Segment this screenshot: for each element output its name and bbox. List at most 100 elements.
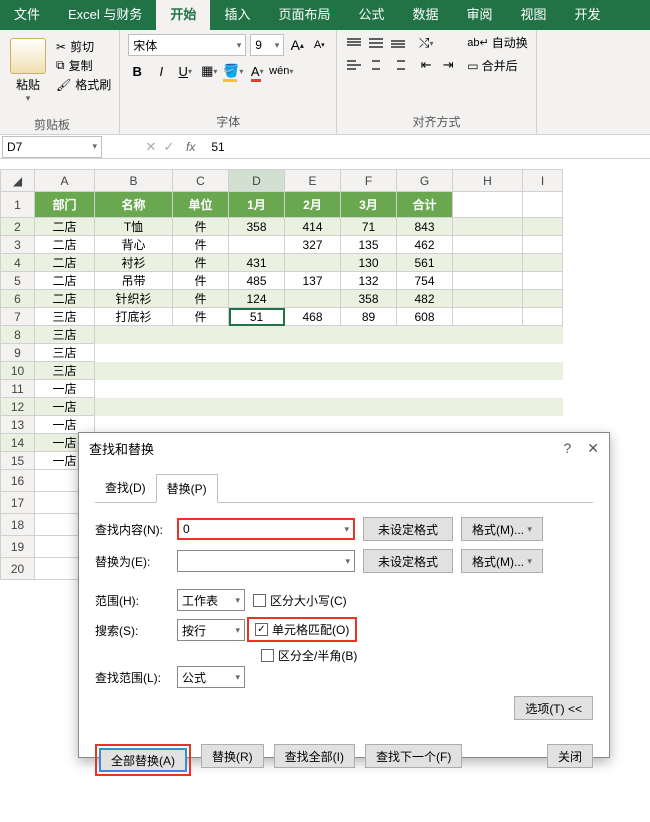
border-button[interactable]: ▦▾	[200, 62, 218, 80]
table-row[interactable]: 4二店衬衫件431130561	[1, 254, 563, 272]
align-right-button[interactable]	[389, 56, 407, 74]
find-format-label: 未设定格式	[363, 517, 453, 541]
table-row[interactable]: 13一店	[1, 416, 563, 434]
scope-label: 范围(H):	[95, 592, 169, 609]
col-header[interactable]: C	[173, 170, 229, 192]
align-center-button[interactable]	[367, 56, 385, 74]
table-row[interactable]: 3二店背心件327135462	[1, 236, 563, 254]
row-header[interactable]: 1	[1, 192, 35, 218]
replace-input[interactable]: ▾	[177, 550, 355, 572]
find-format-button[interactable]: 格式(M)... ▾	[461, 517, 543, 541]
tab-layout[interactable]: 页面布局	[264, 0, 344, 30]
tab-insert[interactable]: 插入	[210, 0, 264, 30]
scope-select[interactable]: 工作表▾	[177, 589, 245, 611]
find-input[interactable]: 0▾	[177, 518, 355, 540]
font-color-button[interactable]: A▾	[248, 62, 266, 80]
table-row[interactable]: 2二店T恤件35841471843	[1, 218, 563, 236]
formula-bar: D7▾ ✕ ✓ fx 51	[0, 135, 650, 159]
tab-replace[interactable]: 替换(P)	[156, 474, 218, 503]
match-byte-checkbox[interactable]: 区分全/半角(B)	[261, 647, 357, 664]
lookin-select[interactable]: 公式▾	[177, 666, 245, 688]
align-middle-button[interactable]	[367, 34, 385, 52]
col-header[interactable]: F	[341, 170, 397, 192]
italic-button[interactable]: I	[152, 62, 170, 80]
formula-input[interactable]: 51	[203, 140, 224, 154]
col-header[interactable]: D	[229, 170, 285, 192]
tab-view[interactable]: 视图	[507, 0, 561, 30]
find-replace-dialog: 查找和替换 ? ✕ 查找(D) 替换(P) 查找内容(N): 0▾ 未设定格式 …	[78, 432, 610, 758]
match-case-checkbox[interactable]: 区分大小写(C)	[253, 592, 347, 609]
orientation-button[interactable]: ⤭▾	[417, 34, 435, 52]
table-row[interactable]: 6二店针织衫件124358482	[1, 290, 563, 308]
find-all-button[interactable]: 查找全部(I)	[274, 744, 355, 768]
col-header[interactable]: B	[95, 170, 173, 192]
tab-find[interactable]: 查找(D)	[95, 474, 156, 503]
replace-format-label: 未设定格式	[363, 549, 453, 573]
copy-button[interactable]: ⧉复制	[56, 57, 111, 74]
chevron-down-icon: ▾	[26, 93, 31, 104]
col-header[interactable]: I	[523, 170, 563, 192]
tab-excelfin[interactable]: Excel 与财务	[54, 0, 156, 30]
match-entire-cell-checkbox[interactable]: ✓单元格匹配(O)	[255, 621, 349, 638]
cancel-icon[interactable]: ✕	[142, 138, 160, 156]
format-painter-button[interactable]: 🖌格式刷	[56, 76, 111, 93]
underline-button[interactable]: U▾	[176, 62, 194, 80]
table-row[interactable]: 10三店	[1, 362, 563, 380]
align-bottom-button[interactable]	[389, 34, 407, 52]
table-row[interactable]: 11一店	[1, 380, 563, 398]
shrink-font-icon[interactable]: A▾	[310, 36, 328, 54]
indent-decrease-button[interactable]: ⇤	[417, 56, 435, 74]
menu-tabs: 文件 Excel 与财务 开始 插入 页面布局 公式 数据 审阅 视图 开发	[0, 0, 650, 30]
clipboard-icon	[10, 38, 46, 74]
tab-data[interactable]: 数据	[398, 0, 452, 30]
paste-button[interactable]: 粘贴 ▾	[8, 34, 48, 108]
search-direction-select[interactable]: 按行▾	[177, 619, 245, 641]
replace-label: 替换为(E):	[95, 553, 169, 570]
fx-icon[interactable]: fx	[178, 140, 203, 154]
fill-color-button[interactable]: 🪣▾	[224, 62, 242, 80]
close-icon[interactable]: ✕	[587, 440, 599, 457]
indent-increase-button[interactable]: ⇥	[439, 56, 457, 74]
bold-button[interactable]: B	[128, 62, 146, 80]
align-top-button[interactable]	[345, 34, 363, 52]
font-size-select[interactable]: 9▾	[250, 34, 284, 56]
replace-button[interactable]: 替换(R)	[201, 744, 264, 768]
find-next-button[interactable]: 查找下一个(F)	[365, 744, 462, 768]
tab-home[interactable]: 开始	[156, 0, 210, 30]
font-name-select[interactable]: 宋体▾	[128, 34, 246, 56]
wrap-text-button[interactable]: ab↵自动换	[467, 34, 527, 51]
col-header[interactable]: E	[285, 170, 341, 192]
select-all-corner[interactable]: ◢	[1, 170, 35, 192]
close-button[interactable]: 关闭	[547, 744, 593, 768]
table-row[interactable]: 8三店	[1, 326, 563, 344]
font-group-label: 字体	[128, 109, 328, 134]
pinyin-button[interactable]: wén▾	[272, 62, 290, 80]
replace-format-button[interactable]: 格式(M)... ▾	[461, 549, 543, 573]
col-header[interactable]: G	[397, 170, 453, 192]
copy-icon: ⧉	[56, 58, 65, 73]
tab-formula[interactable]: 公式	[344, 0, 398, 30]
table-row[interactable]: 5二店吊带件485137132754	[1, 272, 563, 290]
scissors-icon: ✂	[56, 40, 66, 54]
tab-file[interactable]: 文件	[0, 0, 54, 30]
replace-all-button[interactable]: 全部替换(A)	[99, 748, 187, 772]
tab-review[interactable]: 审阅	[453, 0, 507, 30]
clipboard-group-label: 剪贴板	[34, 112, 70, 137]
ribbon: 粘贴 ▾ ✂剪切 ⧉复制 🖌格式刷 剪贴板 宋体▾ 9▾ A▴ A▾ B I U…	[0, 30, 650, 135]
tab-dev[interactable]: 开发	[561, 0, 615, 30]
cut-button[interactable]: ✂剪切	[56, 38, 111, 55]
options-toggle-button[interactable]: 选项(T) <<	[514, 696, 593, 720]
search-label: 搜索(S):	[95, 622, 169, 639]
lookin-label: 查找范围(L):	[95, 669, 169, 686]
confirm-icon[interactable]: ✓	[160, 138, 178, 156]
align-left-button[interactable]	[345, 56, 363, 74]
table-row[interactable]: 12一店	[1, 398, 563, 416]
table-row[interactable]: 9三店	[1, 344, 563, 362]
col-header[interactable]: H	[453, 170, 523, 192]
col-header[interactable]: A	[35, 170, 95, 192]
name-box[interactable]: D7▾	[2, 136, 102, 158]
merge-button[interactable]: ▭合并后	[467, 57, 527, 74]
help-icon[interactable]: ?	[563, 440, 571, 457]
table-row[interactable]: 7三店打底衫件5146889608	[1, 308, 563, 326]
grow-font-icon[interactable]: A▴	[288, 36, 306, 54]
